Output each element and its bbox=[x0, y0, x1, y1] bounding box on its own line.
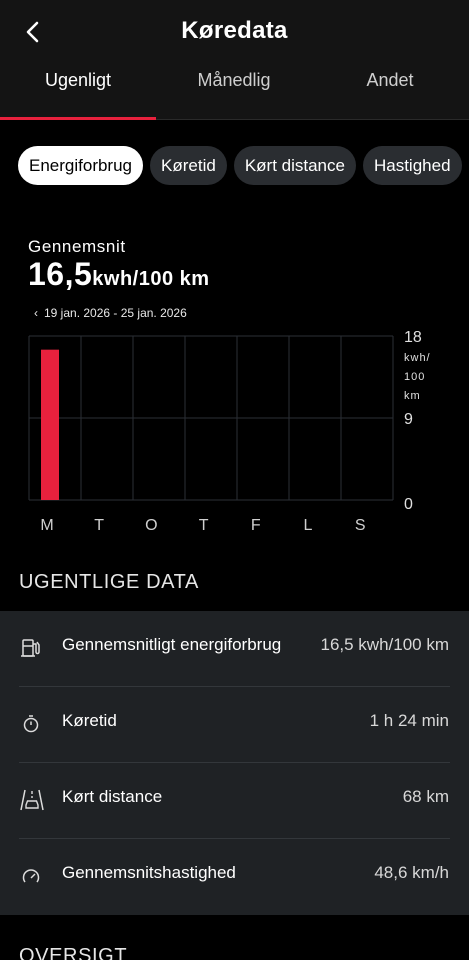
weekly-data-list: Gennemsnitligt energiforbrug 16,5 kwh/10… bbox=[0, 611, 469, 915]
average-value: 16,5kwh/100 km bbox=[28, 256, 210, 293]
row-speed-value: 48,6 km/h bbox=[374, 863, 449, 882]
y-tick-label: 18 bbox=[404, 329, 422, 346]
y-unit-label: 100 bbox=[404, 371, 425, 383]
row-drive-time-value: 1 h 24 min bbox=[369, 711, 449, 730]
row-energy-value: 16,5 kwh/100 km bbox=[320, 635, 449, 654]
tab-monthly[interactable]: Månedlig bbox=[156, 70, 312, 91]
x-tick-label: S bbox=[355, 517, 366, 534]
stopwatch-icon bbox=[23, 715, 39, 733]
x-tick-label: T bbox=[199, 517, 209, 534]
row-drive-time: Køretid 1 h 24 min bbox=[0, 687, 469, 763]
speedometer-icon bbox=[22, 869, 40, 883]
date-range: ‹ 19 jan. 2026 - 25 jan. 2026 bbox=[34, 306, 187, 320]
x-tick-label: F bbox=[251, 517, 261, 534]
active-tab-indicator bbox=[0, 117, 156, 120]
x-tick-label: L bbox=[304, 517, 313, 534]
metric-chips: Energiforbrug Køretid Kørt distance Hastigh… bbox=[18, 146, 469, 186]
row-drive-time-label: Køretid bbox=[62, 711, 117, 730]
y-tick-label: 9 bbox=[404, 411, 413, 428]
row-speed-label: Gennemsnitshastighed bbox=[62, 863, 236, 882]
tab-other[interactable]: Andet bbox=[312, 70, 468, 91]
average-label: Gennemsnit bbox=[28, 237, 126, 256]
average-unit: kwh/100 km bbox=[92, 268, 210, 290]
row-energy: Gennemsnitligt energiforbrug 16,5 kwh/10… bbox=[0, 611, 469, 687]
y-unit-label: kwh/ bbox=[404, 352, 431, 364]
x-tick-label: O bbox=[145, 517, 157, 534]
row-distance: Kørt distance 68 km bbox=[0, 763, 469, 839]
weekly-data-title: UGENTLIGE DATA bbox=[19, 571, 199, 593]
row-energy-label: Gennemsnitligt energiforbrug bbox=[62, 635, 282, 654]
tab-weekly[interactable]: Ugenligt bbox=[0, 70, 156, 91]
period-tabs: Ugenligt Månedlig Andet bbox=[0, 62, 469, 120]
header: Køredata bbox=[0, 0, 469, 62]
chip-energy[interactable]: Energiforbrug bbox=[18, 146, 144, 185]
energy-bar-chart: M T O T F L S 0 9 18 kwh/100 km bbox=[28, 329, 431, 534]
road-car-icon bbox=[20, 789, 44, 811]
y-unit-label: km bbox=[404, 390, 421, 402]
page-title: Køredata bbox=[181, 17, 288, 44]
row-distance-value: 68 km bbox=[402, 787, 449, 806]
previous-week-icon[interactable]: ‹ bbox=[34, 306, 38, 320]
average-number: 16,5 bbox=[28, 256, 93, 292]
y-tick-label: 0 bbox=[404, 496, 413, 513]
bar-0 bbox=[41, 349, 59, 500]
x-tick-label: T bbox=[94, 517, 104, 534]
chip-speed[interactable]: Hastighed bbox=[362, 146, 462, 185]
chip-distance[interactable]: Kørt distance bbox=[233, 146, 356, 185]
x-tick-label: M bbox=[40, 517, 53, 534]
row-speed: Gennemsnitshastighed 48,6 km/h bbox=[0, 839, 469, 915]
charging-station-icon bbox=[21, 639, 40, 657]
row-distance-label: Kørt distance bbox=[62, 787, 163, 806]
date-range-text: 19 jan. 2026 - 25 jan. 2026 bbox=[44, 306, 187, 320]
overview-title: OVERSIGT bbox=[19, 945, 128, 960]
chip-drive-time[interactable]: Køretid bbox=[150, 146, 227, 185]
